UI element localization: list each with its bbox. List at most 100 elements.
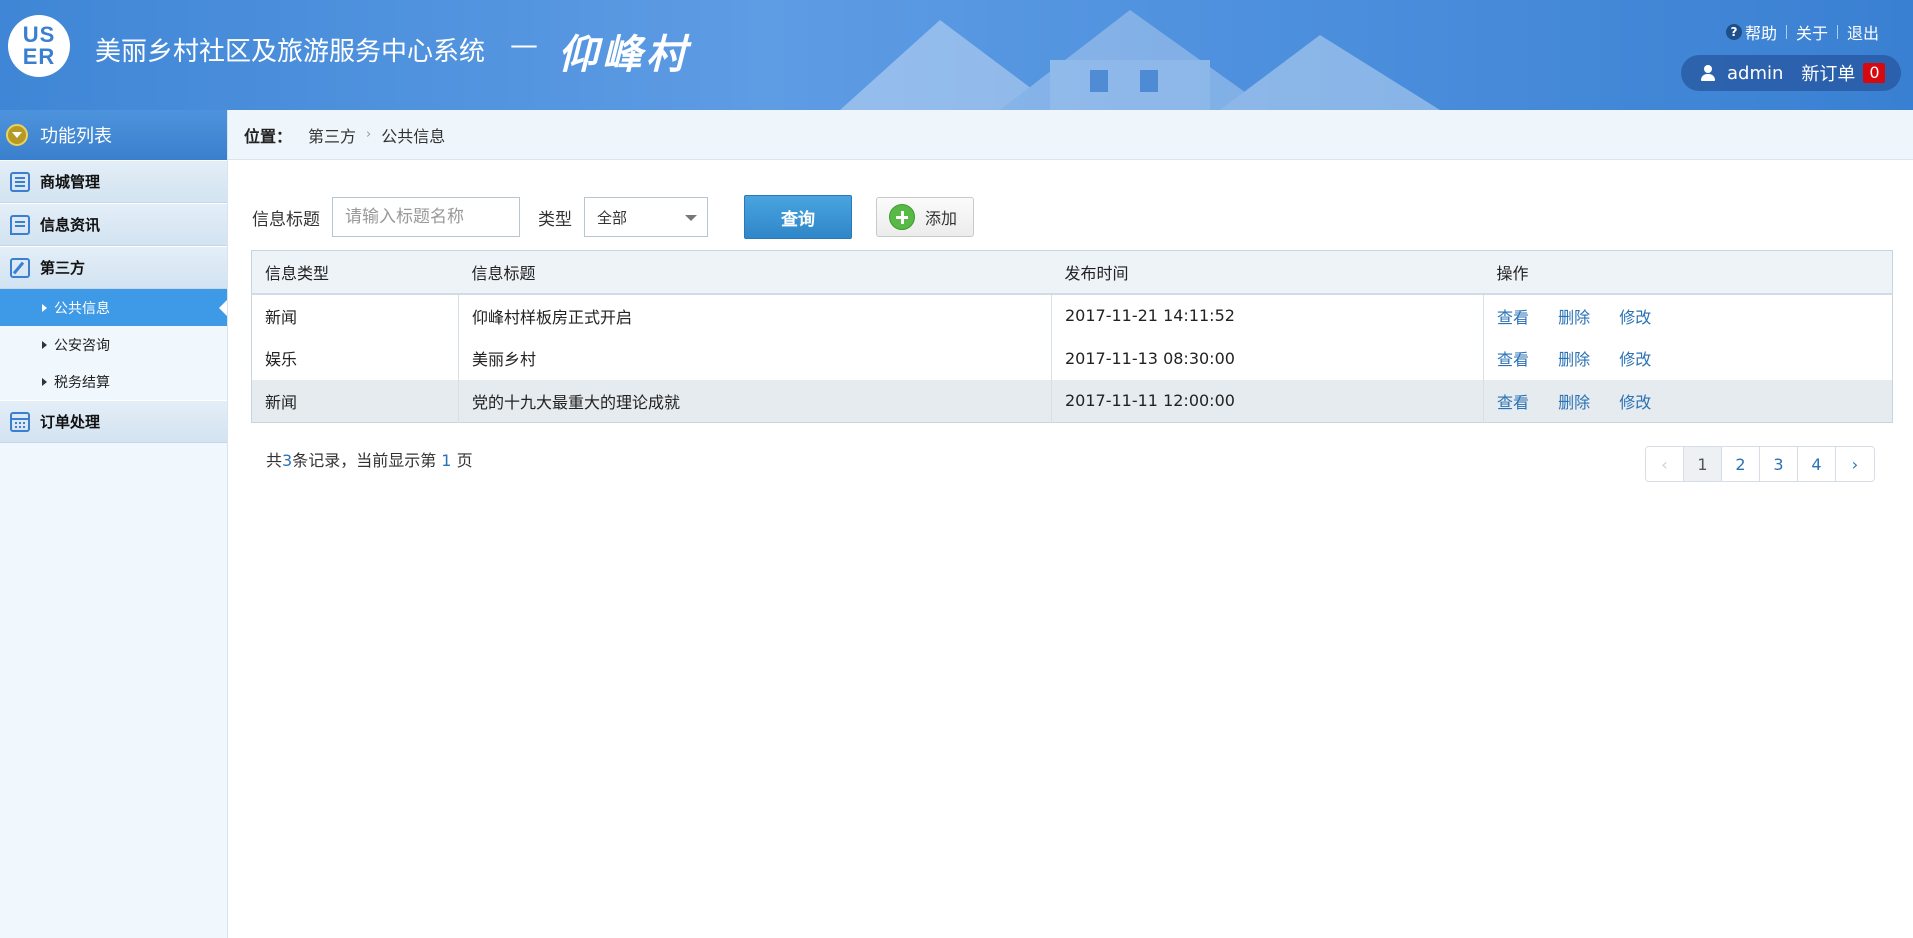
breadcrumb: 位置： 第三方 › 公共信息 [228, 110, 1913, 160]
view-link[interactable]: 查看 [1497, 393, 1529, 412]
sidebar-header[interactable]: 功能列表 [0, 110, 227, 160]
delete-link[interactable]: 删除 [1558, 308, 1590, 327]
village-name: 仰峰村 [558, 31, 690, 78]
top-header: US ER 美丽乡村社区及旅游服务中心系统 — 仰峰村 ? 帮助 关于 退出 ad… [0, 0, 1913, 110]
edit-icon [10, 257, 30, 278]
column-header: 操作 [1483, 250, 1893, 295]
type-select[interactable]: 全部 [584, 197, 708, 237]
edit-link[interactable]: 修改 [1619, 308, 1651, 327]
page-button-1[interactable]: 1 [1684, 447, 1722, 481]
sidebar-item-label: 税务结算 [54, 374, 110, 391]
title-search-input[interactable] [332, 197, 520, 237]
plus-icon [889, 204, 915, 230]
cell-type: 新闻 [251, 293, 459, 337]
chevron-down-icon [685, 215, 697, 221]
top-links: ? 帮助 关于 退出 [1725, 20, 1879, 44]
column-header: 信息类型 [251, 250, 459, 295]
view-link[interactable]: 查看 [1497, 308, 1529, 327]
chevron-right-icon: › [366, 127, 372, 142]
summary-prefix: 共 [266, 451, 283, 470]
about-link[interactable]: 关于 [1796, 20, 1828, 44]
table-row: 新闻 仰峰村样板房正式开启 2017-11-21 14:11:52 查看 删除 … [251, 293, 1893, 337]
delete-link[interactable]: 删除 [1558, 393, 1590, 412]
village-background-image [840, 10, 1440, 110]
menu-group-mall[interactable]: 商城管理 [0, 160, 227, 203]
menu-group-label: 订单处理 [40, 413, 101, 431]
breadcrumb-item[interactable]: 第三方 [308, 123, 356, 147]
prev-page-button[interactable]: ‹ [1646, 447, 1684, 481]
cell-actions: 查看 删除 修改 [1484, 337, 1893, 380]
cell-type: 娱乐 [251, 336, 459, 380]
sidebar-item-public-info[interactable]: 公共信息 [0, 289, 227, 326]
view-link[interactable]: 查看 [1497, 350, 1529, 369]
breadcrumb-label: 位置： [244, 126, 293, 146]
type-filter-label: 类型 [538, 209, 572, 230]
cell-title: 仰峰村样板房正式开启 [458, 293, 1052, 337]
sidebar: 功能列表 商城管理 信息资讯 第三方 公共信息 公安咨询 税务结算 订单处理 [0, 110, 228, 938]
cell-title: 党的十九大最重大的理论成就 [458, 379, 1052, 423]
menu-group-third-party[interactable]: 第三方 [0, 246, 227, 289]
collapse-arrow-icon [6, 124, 28, 146]
menu-group-orders[interactable]: 订单处理 [0, 400, 227, 443]
sidebar-item-label: 公共信息 [54, 300, 110, 317]
column-header: 信息标题 [458, 250, 1052, 295]
new-order-link[interactable]: 新订单 [1801, 60, 1855, 86]
help-icon[interactable]: ? [1725, 24, 1742, 40]
new-order-badge[interactable]: 0 [1863, 63, 1886, 83]
delete-link[interactable]: 删除 [1558, 350, 1590, 369]
cell-time: 2017-11-21 14:11:52 [1051, 293, 1484, 337]
summary-suffix: 页 [451, 451, 473, 470]
filter-bar: 信息标题 类型 全部 查询 添加 [252, 195, 974, 239]
current-page: 1 [441, 451, 452, 470]
logout-link[interactable]: 退出 [1847, 20, 1879, 44]
pagination: ‹ 1 2 3 4 › [1645, 446, 1875, 482]
cell-actions: 查看 删除 修改 [1484, 294, 1893, 337]
cell-time: 2017-11-13 08:30:00 [1051, 336, 1484, 380]
table-row: 新闻 党的十九大最重大的理论成就 2017-11-11 12:00:00 查看 … [251, 379, 1893, 423]
username[interactable]: admin [1727, 63, 1783, 84]
info-table: 信息类型 信息标题 发布时间 操作 新闻 仰峰村样板房正式开启 2017-11-… [251, 250, 1893, 423]
add-button[interactable]: 添加 [876, 197, 974, 237]
column-header: 发布时间 [1051, 250, 1484, 295]
user-icon [1699, 64, 1717, 82]
next-page-button[interactable]: › [1836, 447, 1874, 481]
menu-group-label: 信息资讯 [40, 216, 101, 234]
record-count: 3 [282, 451, 293, 470]
menu-group-label: 商城管理 [40, 173, 101, 191]
record-summary: 共3条记录，当前显示第 1 页 [266, 447, 473, 471]
summary-mid: 条记录，当前显示第 [292, 451, 442, 470]
help-link[interactable]: 帮助 [1745, 20, 1777, 44]
query-button[interactable]: 查询 [744, 195, 852, 239]
title-dash: — [510, 28, 538, 61]
user-logo: US ER [8, 15, 70, 77]
page-button-2[interactable]: 2 [1722, 447, 1760, 481]
type-select-value: 全部 [597, 208, 628, 227]
triangle-right-icon [42, 340, 47, 349]
sidebar-item-label: 公安咨询 [54, 337, 110, 354]
calendar-icon [10, 411, 30, 432]
list-icon [10, 171, 30, 192]
cell-time: 2017-11-11 12:00:00 [1051, 379, 1484, 423]
cell-actions: 查看 删除 修改 [1483, 379, 1893, 423]
page-button-4[interactable]: 4 [1798, 447, 1836, 481]
user-bar: admin 新订单 0 [1681, 55, 1901, 91]
system-title: 美丽乡村社区及旅游服务中心系统 [95, 37, 486, 67]
page-button-3[interactable]: 3 [1760, 447, 1798, 481]
sidebar-item-tax-settlement[interactable]: 税务结算 [0, 363, 227, 400]
triangle-right-icon [42, 377, 47, 386]
menu-group-news[interactable]: 信息资讯 [0, 203, 227, 246]
table-header-row: 信息类型 信息标题 发布时间 操作 [251, 250, 1893, 295]
edit-link[interactable]: 修改 [1619, 350, 1651, 369]
table-row: 娱乐 美丽乡村 2017-11-13 08:30:00 查看 删除 修改 [251, 336, 1893, 380]
add-button-label: 添加 [925, 209, 958, 228]
chat-icon [10, 214, 30, 235]
cell-type: 新闻 [251, 379, 459, 423]
breadcrumb-item-current: 公共信息 [381, 126, 446, 146]
sidebar-header-label: 功能列表 [40, 126, 112, 147]
title-filter-label: 信息标题 [252, 209, 320, 230]
menu-group-label: 第三方 [40, 259, 86, 277]
cell-title: 美丽乡村 [458, 336, 1052, 380]
edit-link[interactable]: 修改 [1619, 393, 1651, 412]
sidebar-item-police-consult[interactable]: 公安咨询 [0, 326, 227, 363]
triangle-right-icon [42, 303, 47, 312]
